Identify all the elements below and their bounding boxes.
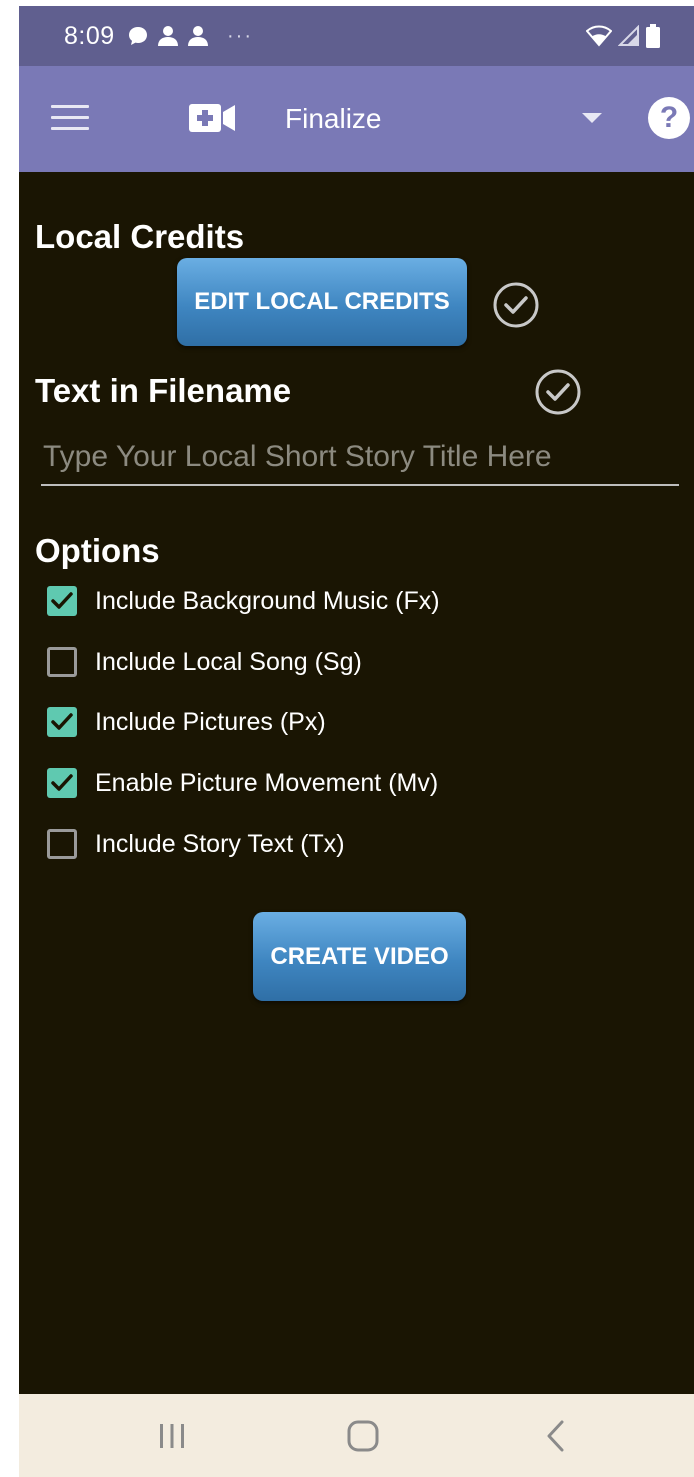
checkbox-unchecked[interactable] [47,829,77,859]
edit-local-credits-button[interactable]: EDIT LOCAL CREDITS [177,258,467,346]
checkbox-unchecked[interactable] [47,647,77,677]
options-heading: Options [35,532,160,569]
help-icon[interactable]: ? [648,97,690,139]
battery-icon [646,24,660,48]
checkbox-checked[interactable] [47,707,77,737]
more-dots-icon: ··· [227,24,253,47]
status-system-icons [586,22,660,50]
option-label: Enable Picture Movement (Mv) [95,768,439,797]
checkmark-icon [51,774,73,791]
status-bar: 8:09 ··· [19,6,694,66]
status-notification-icons: ··· [127,23,253,49]
video-add-icon [189,104,235,132]
checkbox-checked[interactable] [47,586,77,616]
story-title-input[interactable] [41,436,679,486]
checkmark-icon [51,592,73,609]
option-local-song[interactable]: Include Local Song (Sg) [47,643,362,681]
person-icon [188,26,208,46]
option-label: Include Local Song (Sg) [95,647,362,676]
status-time: 8:09 [64,22,115,50]
option-label: Include Pictures (Px) [95,707,326,736]
app-bar: Finalize ? [19,66,694,172]
recent-apps-icon[interactable] [147,1414,197,1458]
text-in-filename-heading: Text in Filename [35,372,292,409]
local-credits-heading: Local Credits [35,218,245,255]
person-icon [158,26,178,46]
chat-bubble-icon [129,27,147,45]
check-circle-icon [493,282,539,328]
back-icon[interactable] [531,1414,581,1458]
option-pictures[interactable]: Include Pictures (Px) [47,703,326,741]
navigation-bar [19,1394,694,1477]
finalize-content: Local Credits EDIT LOCAL CREDITS Text in… [19,172,694,1394]
option-background-music[interactable]: Include Background Music (Fx) [47,582,440,620]
checkbox-checked[interactable] [47,768,77,798]
checkmark-icon [51,713,73,730]
option-label: Include Story Text (Tx) [95,829,345,858]
page-title: Finalize [285,103,382,134]
cell-signal-icon [618,25,639,46]
check-circle-icon [535,369,581,415]
create-video-button[interactable]: CREATE VIDEO [253,912,466,1001]
option-picture-movement[interactable]: Enable Picture Movement (Mv) [47,764,438,802]
dropdown-arrow-icon[interactable] [582,113,602,123]
option-story-text[interactable]: Include Story Text (Tx) [47,825,345,863]
wifi-icon [586,25,612,47]
home-icon[interactable] [338,1414,388,1458]
menu-icon[interactable] [51,103,91,133]
option-label: Include Background Music (Fx) [95,586,440,615]
phone-screen: 8:09 ··· Finalize ? Local Credits EDIT L… [19,6,694,1477]
